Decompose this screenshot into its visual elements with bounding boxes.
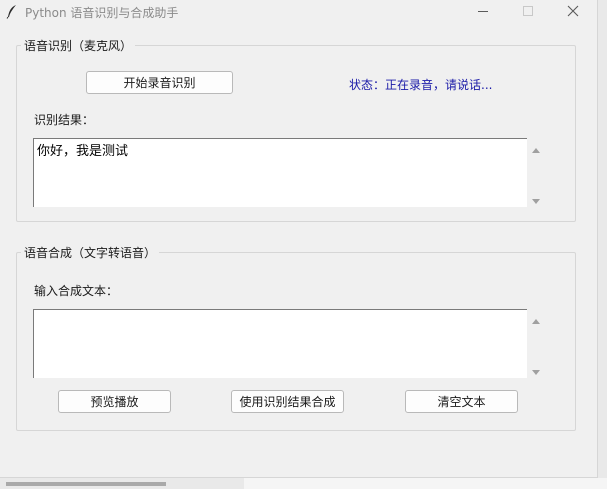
minimize-icon (477, 5, 489, 20)
scroll-up-icon[interactable] (531, 143, 541, 153)
maximize-button[interactable] (505, 0, 551, 24)
clear-text-button[interactable]: 清空文本 (405, 390, 518, 413)
speech-synthesis-frame-title: 语音合成（文字转语音） (24, 246, 157, 260)
feather-icon (6, 4, 18, 19)
scroll-down-icon[interactable] (531, 366, 541, 375)
close-icon (567, 5, 579, 20)
title-bar[interactable]: Python 语音识别与合成助手 (0, 0, 598, 24)
preview-play-button[interactable]: 预览播放 (58, 390, 171, 413)
background-shadow (6, 482, 166, 486)
close-button[interactable] (550, 0, 596, 24)
result-label: 识别结果： (34, 113, 95, 127)
recognition-result-textbox[interactable]: 你好，我是测试 (33, 138, 527, 207)
speech-recognition-frame-title: 语音识别（麦克风） (24, 39, 133, 53)
status-text: 状态：正在录音，请说话... (349, 78, 493, 92)
synthesize-from-result-button[interactable]: 使用识别结果合成 (231, 390, 344, 413)
minimize-button[interactable] (460, 0, 506, 24)
scroll-down-icon[interactable] (531, 195, 541, 204)
app-window: Python 语音识别与合成助手 语音识别（麦克风） 开始录音识别 状态：正在录… (0, 0, 598, 478)
scroll-up-icon[interactable] (531, 314, 541, 324)
synthesis-input-textbox[interactable] (33, 309, 527, 378)
window-title: Python 语音识别与合成助手 (25, 6, 179, 20)
start-recording-button[interactable]: 开始录音识别 (86, 71, 233, 94)
synth-input-label: 输入合成文本： (34, 284, 119, 298)
background-panel (244, 478, 607, 489)
maximize-icon (522, 5, 534, 20)
